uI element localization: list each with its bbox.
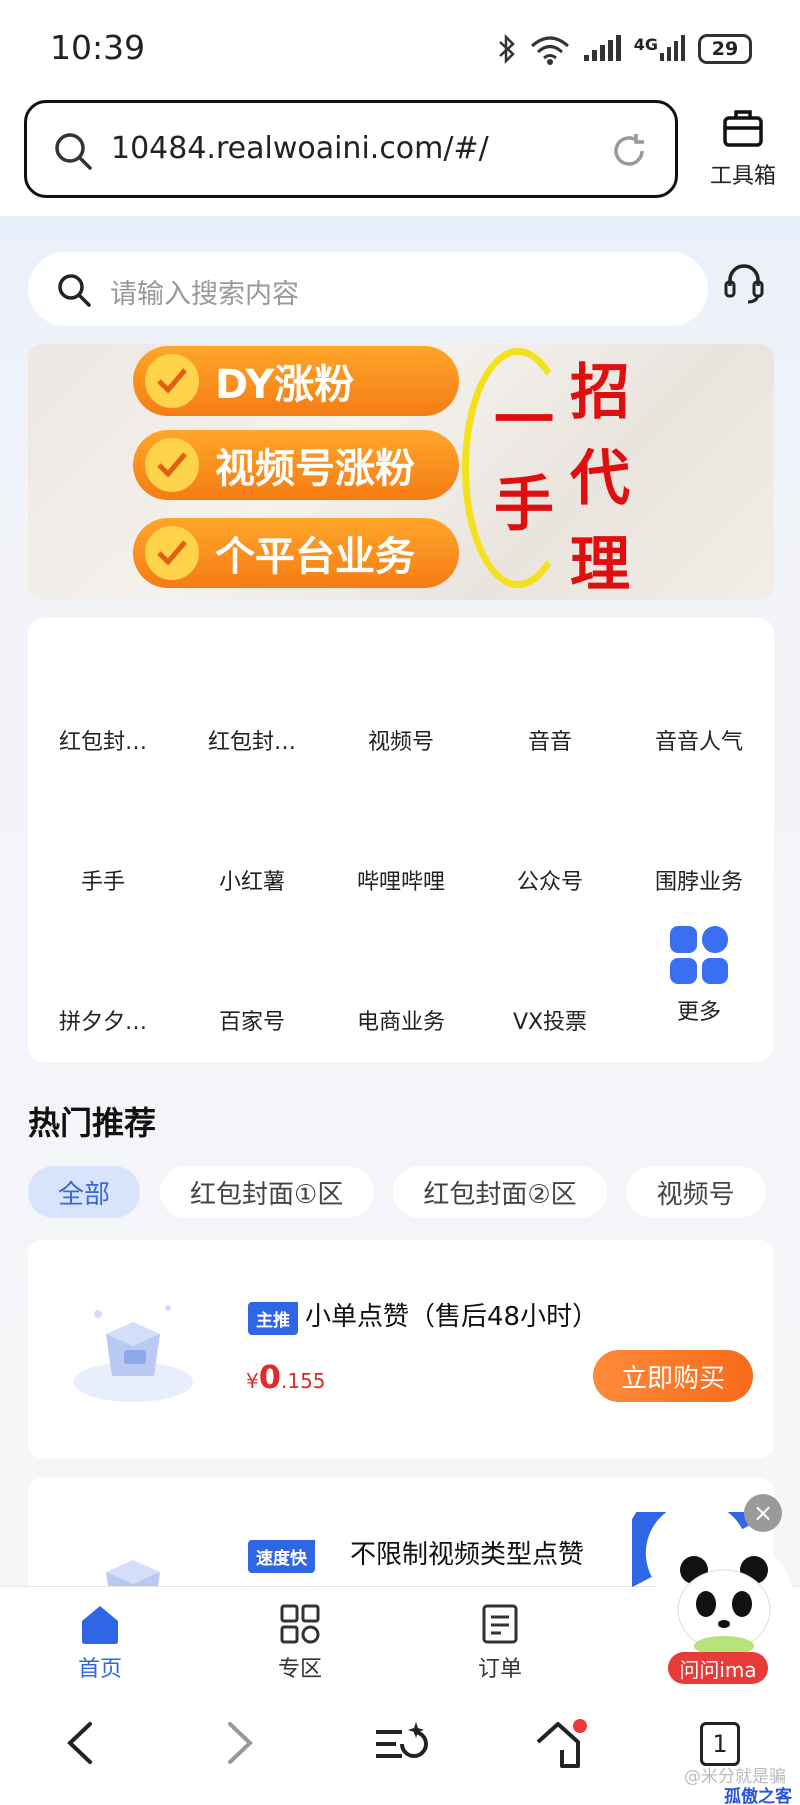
grid-icon: [279, 1604, 321, 1651]
battery-indicator: 29: [698, 34, 752, 64]
category-item[interactable]: 音音人气: [624, 724, 774, 756]
check-icon: [145, 438, 199, 492]
toolbox-label: 工具箱: [709, 164, 776, 189]
buy-now-button[interactable]: 立即购买: [593, 1350, 753, 1402]
banner-char: 招: [570, 358, 630, 428]
signal-icon: [582, 35, 624, 63]
category-item[interactable]: 公众号: [475, 864, 625, 896]
product-price: ¥0.155: [246, 1358, 326, 1396]
category-item[interactable]: 手手: [28, 864, 178, 896]
product-name: 不限制视频类型点赞: [350, 1540, 585, 1570]
category-item[interactable]: 小红薯: [177, 864, 327, 896]
signal-4g-icon: 4G: [634, 35, 688, 63]
nav-orders[interactable]: 订单: [440, 1603, 560, 1683]
menu-icon[interactable]: [372, 1718, 428, 1772]
product-tag: 速度快: [248, 1540, 315, 1573]
product-name: 小单点赞（售后48小时）: [305, 1302, 599, 1332]
banner-char: 理: [570, 530, 630, 600]
watermark-text: 孤傲之客: [724, 1787, 792, 1805]
product-tag: 主推: [248, 1302, 298, 1335]
banner-pill: DY涨粉: [133, 346, 459, 416]
category-item[interactable]: 红包封…: [177, 724, 327, 756]
section-title: 热门推荐: [28, 1104, 157, 1142]
status-icons: 4G 29: [496, 32, 752, 66]
filter-tabs: 全部 红包封面①区 红包封面②区 视频号: [28, 1166, 800, 1220]
product-thumbnail: [68, 1522, 198, 1586]
order-icon: [480, 1604, 520, 1651]
nav-home[interactable]: 首页: [40, 1603, 160, 1683]
category-item[interactable]: 视频号: [326, 724, 476, 756]
tab-all[interactable]: 全部: [28, 1166, 141, 1218]
banner-char: 手: [494, 470, 554, 540]
customer-service-icon[interactable]: [722, 262, 766, 310]
promo-banner[interactable]: DY涨粉 视频号涨粉 个平台业务 一 招 代 手 理: [28, 344, 774, 600]
search-icon: [53, 131, 93, 175]
banner-char: 代: [570, 444, 630, 514]
forward-icon[interactable]: [222, 1718, 258, 1772]
banner-pill: 视频号涨粉: [133, 430, 459, 500]
check-icon: [145, 354, 199, 408]
banner-pill: 个平台业务: [133, 518, 459, 588]
wifi-icon: [528, 32, 572, 66]
home-icon: [78, 1606, 122, 1651]
bluetooth-icon: [496, 34, 518, 64]
nav-orders-label: 订单: [477, 1657, 522, 1682]
nav-zone-label: 专区: [277, 1657, 322, 1682]
category-item[interactable]: 红包封…: [28, 724, 178, 756]
home-icon[interactable]: [532, 1718, 588, 1776]
nav-zone[interactable]: 专区: [240, 1603, 360, 1683]
address-bar[interactable]: 10484.realwoaini.com/#/: [24, 100, 678, 198]
banner-char: 一: [494, 386, 554, 456]
status-time: 10:39: [50, 28, 146, 67]
category-more[interactable]: 更多: [624, 926, 774, 1026]
tab-redpacket-2[interactable]: 红包封面②区: [393, 1166, 607, 1218]
tab-redpacket-1[interactable]: 红包封面①区: [160, 1166, 374, 1218]
category-grid: 红包封… 红包封… 视频号 音音 音音人气 手手 小红薯 哔哩哔哩 公众号 围脖…: [28, 618, 774, 1062]
toolbox-button[interactable]: 工具箱: [700, 108, 786, 190]
category-item[interactable]: 围脖业务: [624, 864, 774, 896]
tab-switcher-button[interactable]: 1: [700, 1722, 740, 1766]
nav-home-label: 首页: [77, 1657, 122, 1682]
tab-video[interactable]: 视频号: [626, 1166, 765, 1218]
product-thumbnail: [68, 1284, 198, 1414]
ima-assistant-label[interactable]: 问问ima: [668, 1652, 768, 1684]
category-item[interactable]: 音音: [475, 724, 625, 756]
category-item[interactable]: 百家号: [177, 1004, 327, 1036]
category-item[interactable]: 哔哩哔哩: [326, 864, 476, 896]
search-placeholder: 请输入搜索内容: [110, 279, 299, 310]
product-card[interactable]: 主推 小单点赞（售后48小时） ¥0.155 立即购买: [28, 1240, 774, 1458]
category-more-label: 更多: [676, 1000, 721, 1025]
back-icon[interactable]: [62, 1718, 98, 1772]
category-item[interactable]: 拼夕夕…: [28, 1004, 178, 1036]
reload-icon[interactable]: [609, 131, 649, 175]
web-page: 请输入搜索内容 DY涨粉 视频号涨粉 个平台业务 一 招 代 手 理 红包封… …: [0, 216, 800, 1586]
category-item[interactable]: 电商业务: [326, 1004, 476, 1036]
close-icon[interactable]: ×: [744, 1494, 782, 1532]
status-bar: 10:39 4G 29: [0, 0, 800, 98]
grid-apps-icon: [670, 926, 728, 984]
site-search-input[interactable]: 请输入搜索内容: [28, 252, 708, 326]
check-icon: [145, 526, 199, 580]
browser-toolbar: 1: [0, 1690, 800, 1805]
url-text[interactable]: 10484.realwoaini.com/#/: [111, 131, 489, 166]
toolbox-icon: [722, 110, 764, 152]
search-icon: [56, 272, 92, 312]
category-item[interactable]: VX投票: [475, 1004, 625, 1036]
